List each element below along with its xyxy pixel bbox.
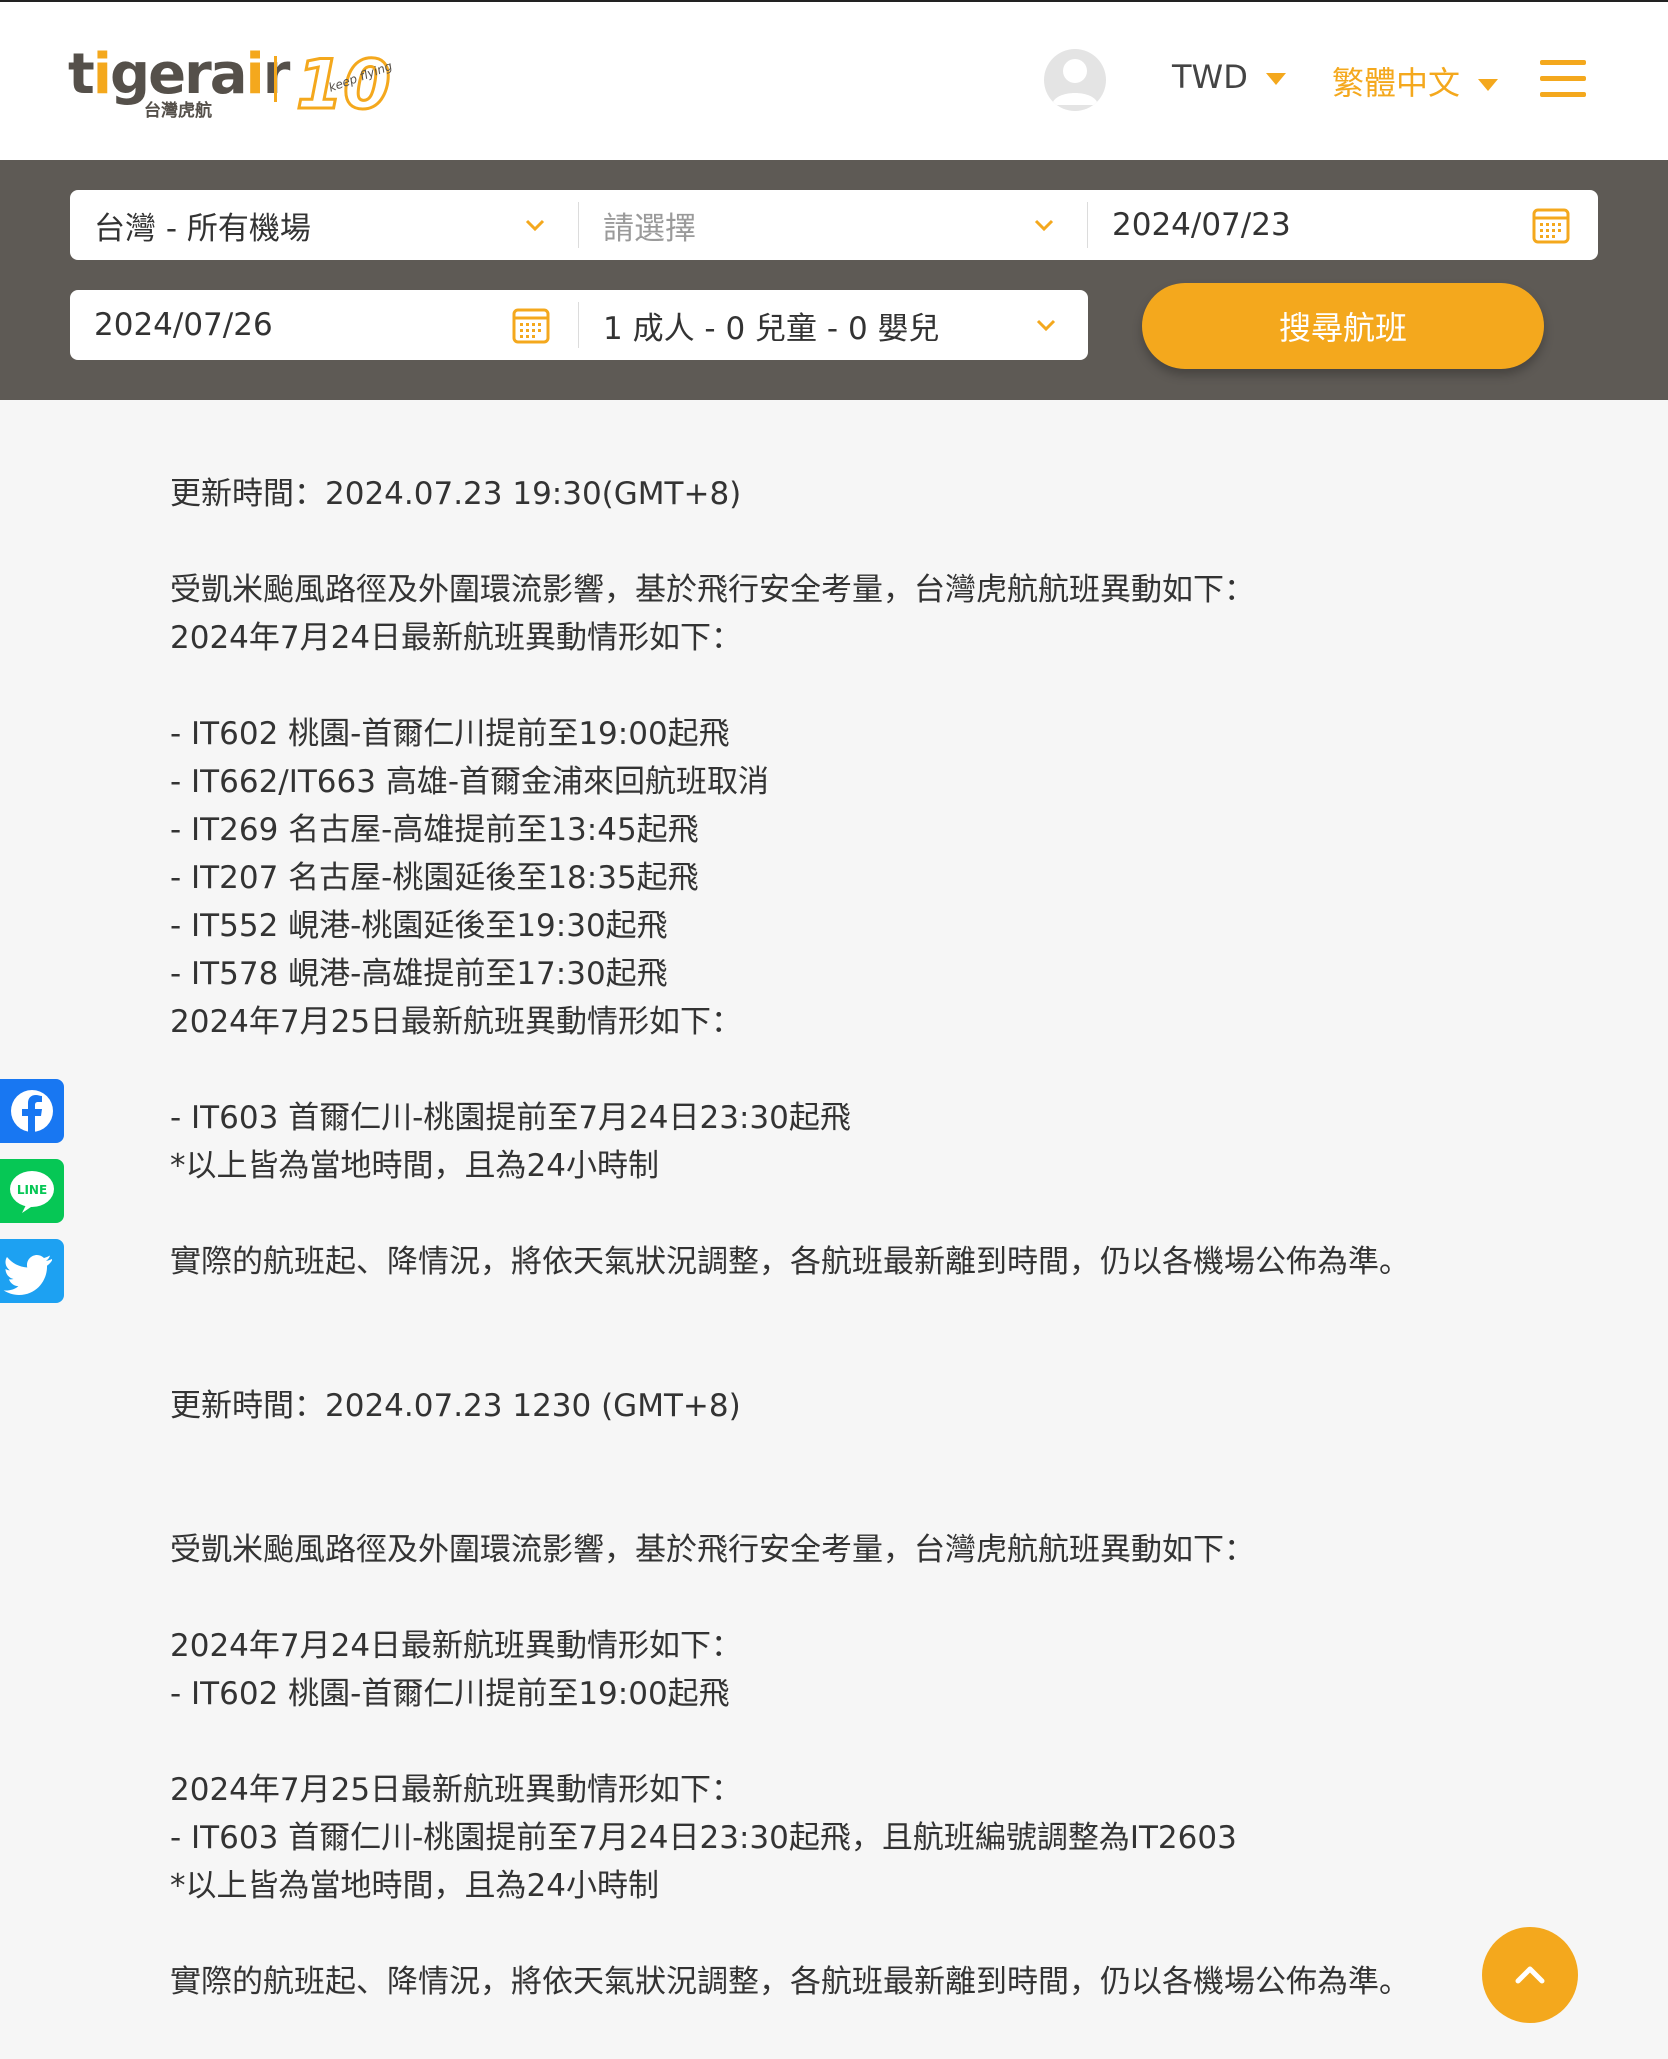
facebook-share-button[interactable] [0, 1079, 64, 1143]
passenger-select[interactable]: 1 成人 - 0 兒童 - 0 嬰兒 [579, 290, 1088, 360]
flight-change-item: - IT603 首爾仁川-桃園提前至7月24日23:30起飛，且航班編號調整為I… [170, 1820, 1237, 1856]
return-date-value: 2024/07/26 [94, 307, 273, 343]
language-label: 繁體中文 [1332, 64, 1461, 102]
twitter-icon [3, 1255, 53, 1295]
caret-down-icon [1265, 73, 1286, 85]
destination-select[interactable]: 請選擇 [579, 190, 1087, 260]
route-date-field: 台灣 - 所有機場 請選擇 2024/07/23 [70, 190, 1598, 260]
line-icon: LINE [10, 1171, 54, 1213]
flight-change-item: - IT207 名古屋-桃園延後至18:35起飛 [170, 860, 699, 896]
flight-change-item: - IT662/IT663 高雄-首爾金浦來回航班取消 [170, 764, 770, 800]
user-avatar-icon[interactable] [1044, 49, 1106, 111]
depart-date-value: 2024/07/23 [1112, 207, 1291, 243]
flight-change-item: - IT602 桃園-首爾仁川提前至19:00起飛 [170, 1676, 730, 1712]
line-share-button[interactable]: LINE [0, 1159, 64, 1223]
search-flights-button[interactable]: 搜尋航班 [1142, 283, 1544, 369]
anniversary-badge: 10 keep flying [286, 42, 404, 127]
calendar-icon[interactable] [512, 306, 550, 344]
logo-divider [274, 56, 277, 102]
flight-change-item: - IT552 峴港-桃園延後至19:30起飛 [170, 908, 668, 944]
day-heading: 2024年7月25日最新航班異動情形如下： [170, 1004, 743, 1040]
twitter-share-button[interactable] [0, 1239, 64, 1303]
language-selector[interactable]: 繁體中文 [1332, 58, 1499, 104]
scroll-to-top-button[interactable] [1482, 1927, 1578, 2023]
chevron-down-icon [1034, 219, 1054, 232]
currency-label: TWD [1172, 58, 1248, 96]
passenger-value: 1 成人 - 0 兒童 - 0 嬰兒 [603, 310, 940, 347]
flight-notice-content: 更新時間：2024.07.23 19:30(GMT+8) 受凱米颱風路徑及外圍環… [170, 470, 1510, 2006]
destination-placeholder: 請選擇 [603, 210, 696, 247]
svg-text:LINE: LINE [17, 1183, 47, 1197]
calendar-icon[interactable] [1532, 206, 1570, 244]
currency-selector[interactable]: TWD [1172, 58, 1286, 96]
closing-note: 實際的航班起、降情況，將依天氣狀況調整，各航班最新離到時間，仍以各機場公佈為準。 [170, 1244, 1410, 1280]
depart-date-input[interactable]: 2024/07/23 [1088, 190, 1598, 260]
local-time-note: *以上皆為當地時間，且為24小時制 [170, 1148, 659, 1184]
chevron-down-icon [525, 219, 545, 232]
day-heading: 2024年7月24日最新航班異動情形如下： [170, 620, 743, 656]
flight-change-item: - IT603 首爾仁川-桃園提前至7月24日23:30起飛 [170, 1100, 851, 1136]
update-time: 更新時間：2024.07.23 1230 (GMT+8) [170, 1388, 741, 1424]
day-heading: 2024年7月24日最新航班異動情形如下： [170, 1628, 743, 1664]
notice-intro: 受凱米颱風路徑及外圍環流影響，基於飛行安全考量，台灣虎航航班異動如下： [170, 1532, 1255, 1568]
flight-change-item: - IT578 峴港-高雄提前至17:30起飛 [170, 956, 668, 992]
menu-icon[interactable] [1540, 60, 1586, 98]
flight-change-item: - IT602 桃園-首爾仁川提前至19:00起飛 [170, 716, 730, 752]
chevron-down-icon [1036, 319, 1056, 332]
closing-note: 實際的航班起、降情況，將依天氣狀況調整，各航班最新離到時間，仍以各機場公佈為準。 [170, 1964, 1410, 2000]
day-heading: 2024年7月25日最新航班異動情形如下： [170, 1772, 743, 1808]
notice-intro: 受凱米颱風路徑及外圍環流影響，基於飛行安全考量，台灣虎航航班異動如下： [170, 572, 1255, 608]
return-date-input[interactable]: 2024/07/26 [70, 290, 578, 360]
tigerair-logo[interactable]: tigerair 台灣虎航 10 keep flying [68, 42, 408, 127]
origin-value: 台灣 - 所有機場 [94, 210, 311, 247]
logo-subbrand: 台灣虎航 [144, 101, 212, 121]
update-time: 更新時間：2024.07.23 19:30(GMT+8) [170, 476, 742, 512]
chevron-up-icon [1515, 1966, 1545, 1984]
flight-change-item: - IT269 名古屋-高雄提前至13:45起飛 [170, 812, 699, 848]
return-passenger-field: 2024/07/26 1 成人 - 0 兒童 - 0 嬰兒 [70, 290, 1088, 360]
caret-down-icon [1478, 79, 1499, 91]
facebook-icon [11, 1090, 53, 1133]
site-header: tigerair 台灣虎航 10 keep flying TWD 繁體中文 [0, 2, 1668, 160]
local-time-note: *以上皆為當地時間，且為24小時制 [170, 1868, 659, 1904]
origin-select[interactable]: 台灣 - 所有機場 [70, 190, 578, 260]
flight-search-panel: 台灣 - 所有機場 請選擇 2024/07/23 2024/07/26 1 成人… [0, 160, 1668, 400]
